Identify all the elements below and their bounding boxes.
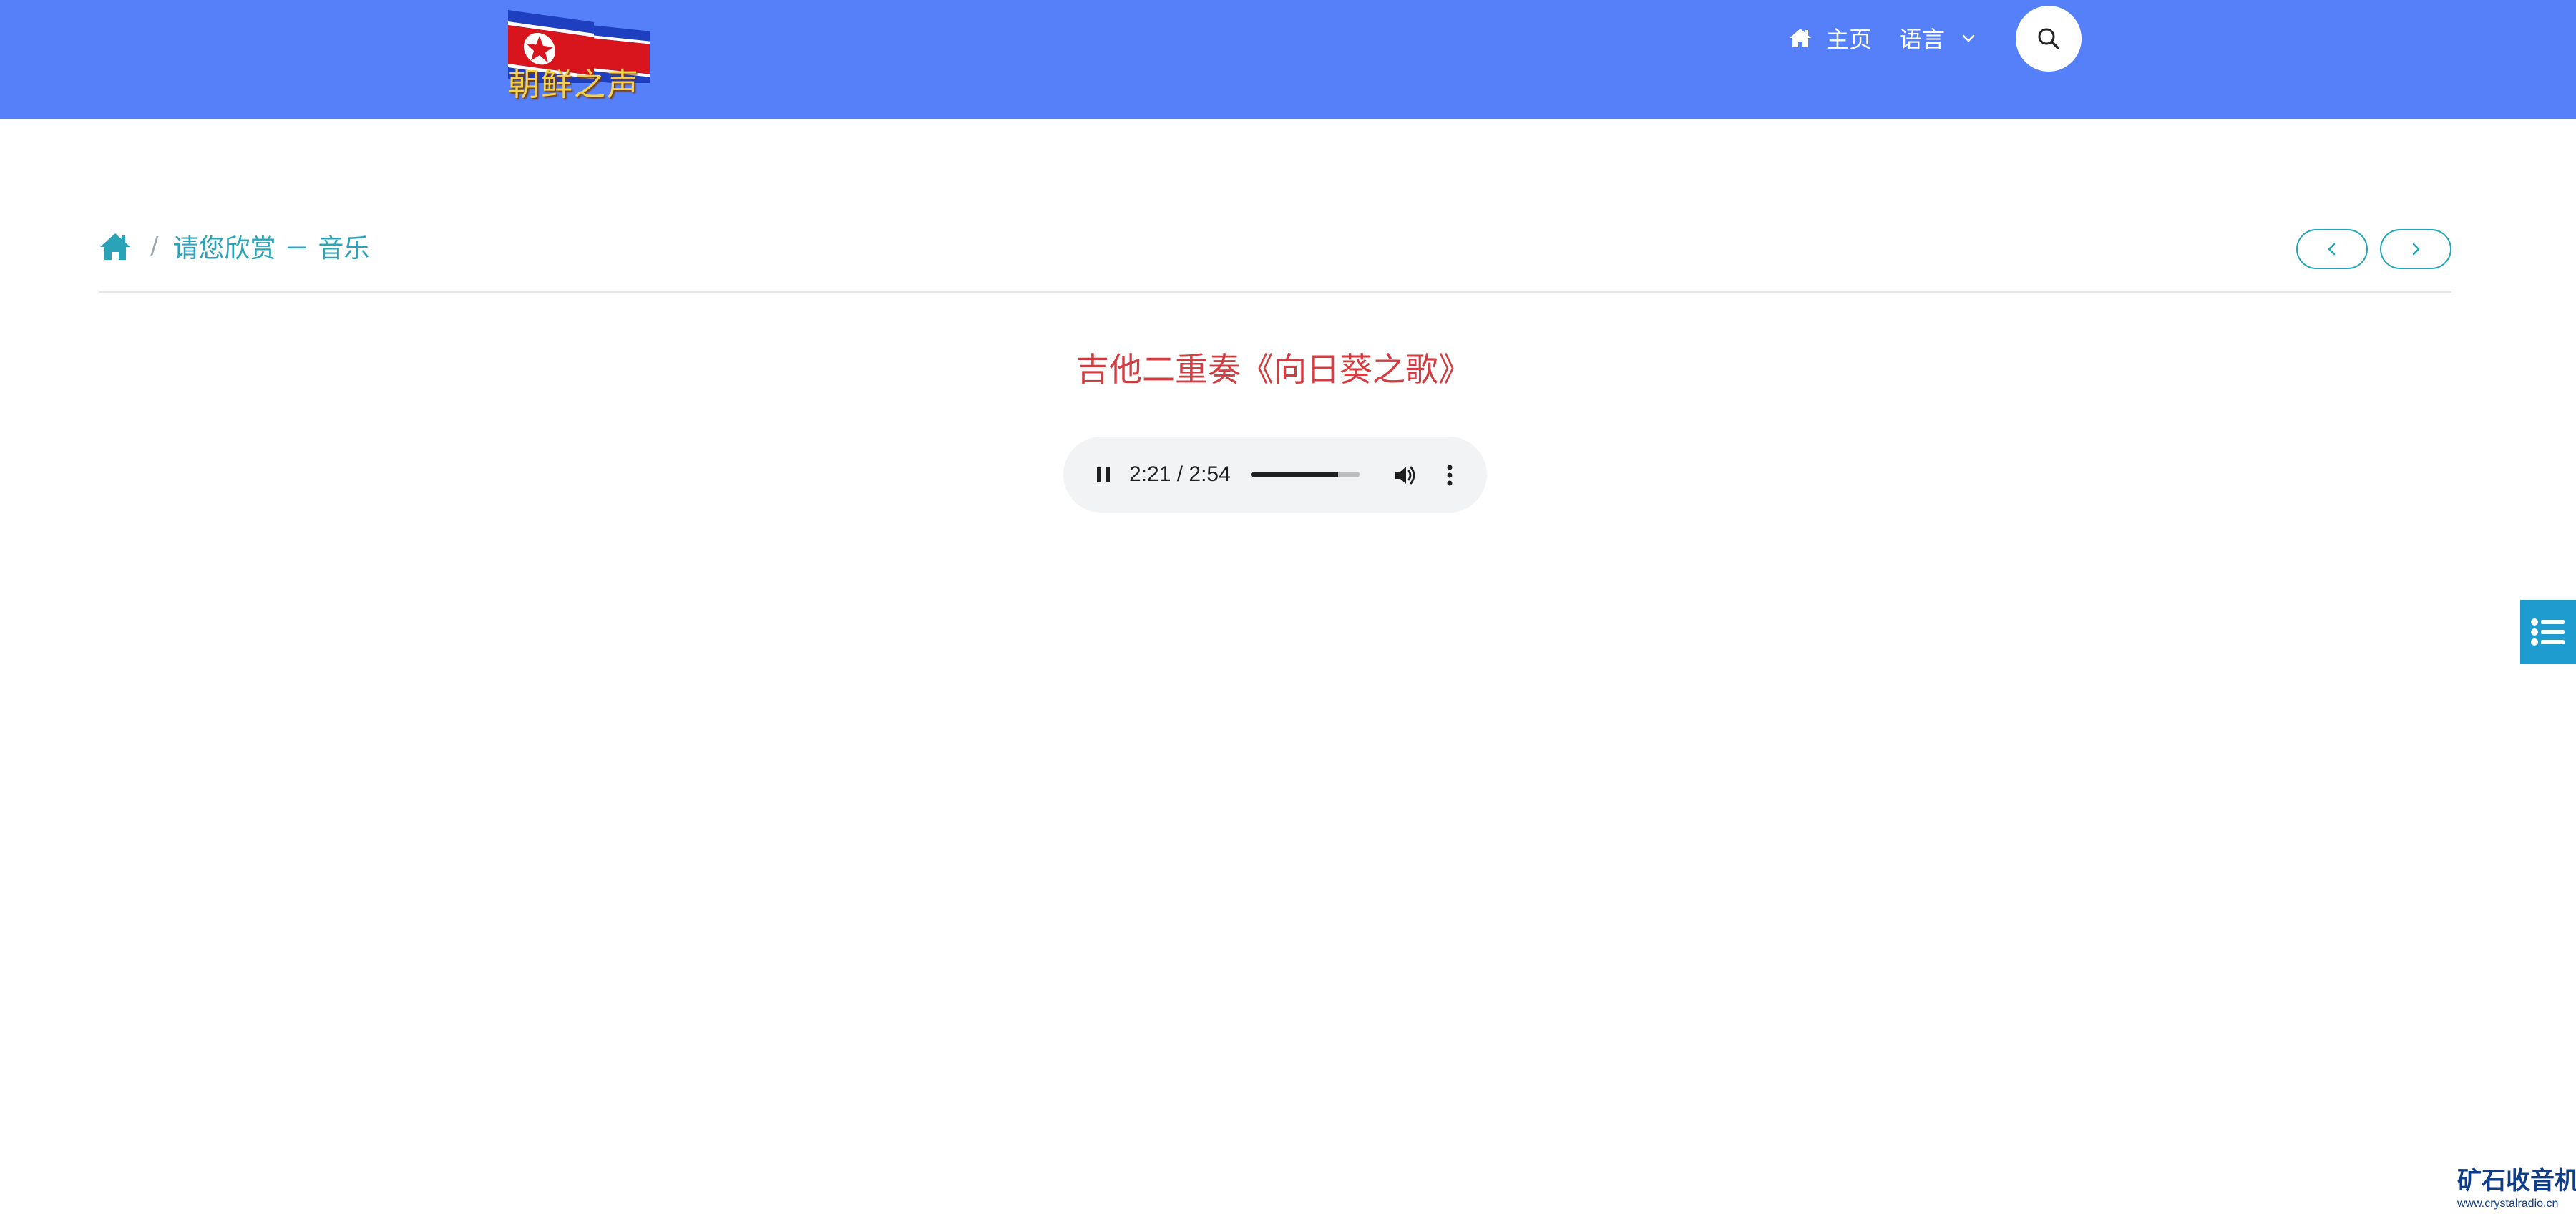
logo-text: 朝鲜之声 [508,67,640,103]
audio-player: 2:21 / 2:54 [1063,437,1487,513]
pause-icon[interactable] [1091,462,1116,487]
next-button[interactable] [2380,229,2451,269]
watermark: 矿石收音机 www.crystalradio.cn [2451,1167,2576,1214]
page-title: 吉他二重奏《向日葵之歌》 [1076,350,1471,389]
time-display: 2:21 / 2:54 [1129,462,1231,486]
breadcrumb-separator: / [150,232,159,261]
search-button[interactable] [2016,6,2082,72]
home-icon [1790,29,1811,47]
watermark-url: www.crystalradio.cn [2457,1198,2559,1210]
volume-slider[interactable] [1251,472,1360,477]
search-icon [2038,28,2059,49]
chevron-right-icon [2412,243,2420,256]
volume-slider-fill [1251,472,1338,477]
volume-icon[interactable] [1391,461,1420,490]
side-menu-toggle[interactable] [2520,600,2576,664]
site-logo[interactable]: 朝鲜之声 [501,4,665,112]
watermark-text: 矿石收音机 [2457,1167,2576,1195]
divider [99,291,2451,293]
top-navbar: 朝鲜之声 主页 语言 [0,0,2576,119]
previous-button[interactable] [2296,229,2368,269]
home-icon[interactable] [99,231,132,261]
chevron-down-icon [1962,34,1975,42]
more-vertical-icon[interactable] [1443,461,1457,490]
language-dropdown[interactable]: 语言 [1899,20,1976,56]
list-icon [2531,618,2565,646]
breadcrumb-current[interactable]: 请您欣赏 － 音乐 [172,228,369,265]
language-label: 语言 [1899,26,1946,53]
nav-home-link[interactable]: 主页 [1787,20,1872,56]
breadcrumb: / 请您欣赏 － 音乐 [99,225,369,268]
chevron-left-icon [2328,243,2336,256]
nav-home-label: 主页 [1826,26,1873,53]
